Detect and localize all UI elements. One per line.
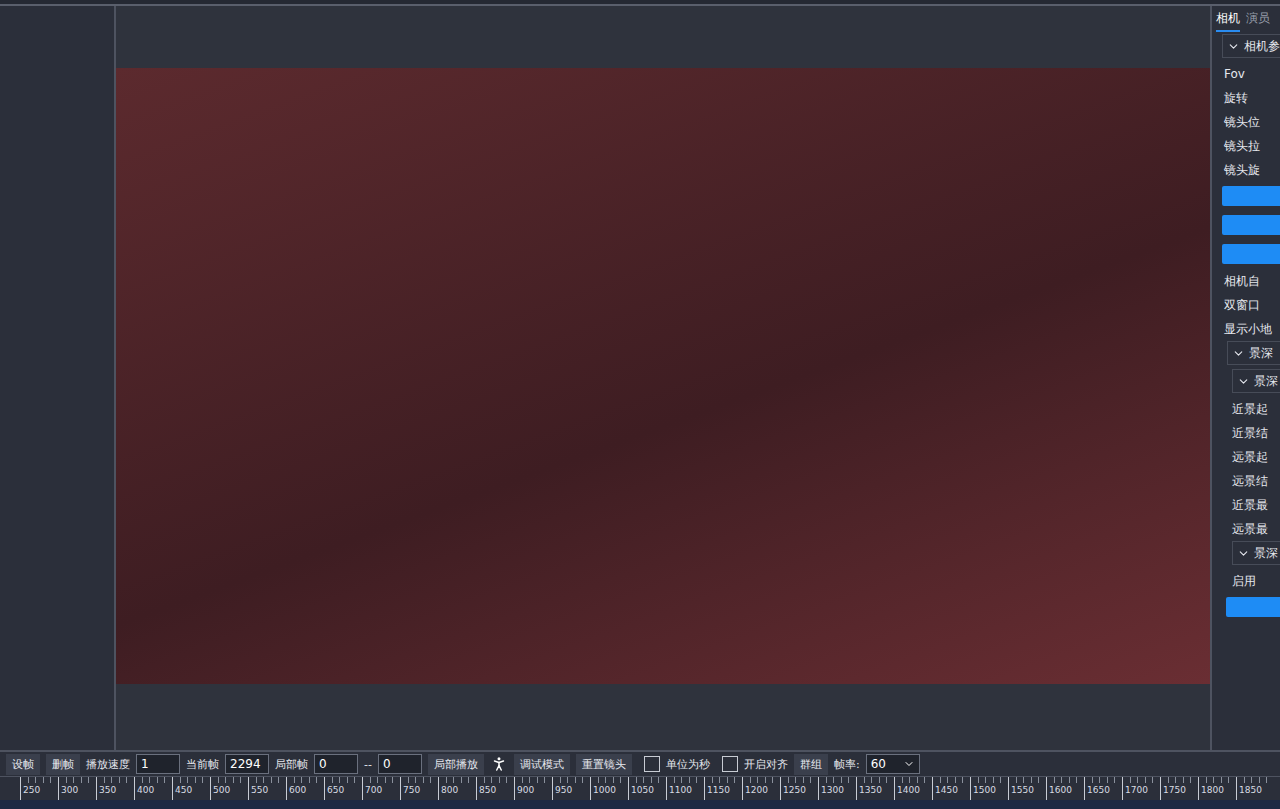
- render-viewport[interactable]: [116, 68, 1210, 684]
- ruler-tick: 900: [514, 777, 552, 800]
- ruler-tick: 1350: [856, 777, 894, 800]
- panel-section[interactable]: 相机参: [1222, 34, 1280, 58]
- toolbar-button[interactable]: 删帧: [46, 754, 80, 775]
- panel-button[interactable]: [1226, 597, 1280, 617]
- viewport-area: [116, 6, 1210, 750]
- chevron-down-icon: [903, 758, 915, 770]
- chevron-icon: [1237, 375, 1250, 388]
- toolbar-label: 局部帧: [275, 757, 308, 772]
- toolbar-button[interactable]: 调试模式: [514, 754, 570, 775]
- number-field[interactable]: 2294: [225, 754, 269, 774]
- ruler-tick: 550: [248, 777, 286, 800]
- checkbox-label: 单位为秒: [666, 757, 710, 772]
- ruler-tick: 1050: [628, 777, 666, 800]
- property-row: 近景结: [1222, 421, 1280, 445]
- panel-section[interactable]: 景深: [1227, 341, 1280, 365]
- ruler-tick: 600: [286, 777, 324, 800]
- number-field[interactable]: 0: [314, 754, 358, 774]
- ruler-tick: 1300: [818, 777, 856, 800]
- toolbar-label: 播放速度: [86, 757, 130, 772]
- ruler-tick: 1150: [704, 777, 742, 800]
- ruler-tick: 300: [58, 777, 96, 800]
- left-panel: [0, 6, 116, 750]
- app-window: 相机演员相机参Fov旋转镜头位镜头拉镜头旋相机自双窗口显示小地景深景深近景起近景…: [0, 0, 1280, 809]
- ruler-tick: 1850: [1236, 777, 1274, 800]
- ruler-tick: 1750: [1160, 777, 1198, 800]
- panel-tabs: 相机演员: [1212, 6, 1280, 32]
- ruler-tick: 1100: [666, 777, 704, 800]
- number-field[interactable]: 1: [136, 754, 180, 774]
- property-row: 镜头位: [1222, 110, 1280, 134]
- property-row: 双窗口: [1222, 293, 1280, 317]
- main-area: 相机演员相机参Fov旋转镜头位镜头拉镜头旋相机自双窗口显示小地景深景深近景起近景…: [0, 6, 1280, 750]
- panel-button[interactable]: [1222, 215, 1280, 235]
- property-row: Fov: [1222, 62, 1280, 86]
- ruler-tick: 1650: [1084, 777, 1122, 800]
- frame-rate-select[interactable]: 60: [866, 754, 920, 774]
- toolbar-label: --: [364, 758, 372, 771]
- chevron-icon: [1232, 347, 1245, 360]
- ruler-tick: 700: [362, 777, 400, 800]
- property-row: 显示小地: [1222, 317, 1280, 341]
- property-row: 远景起: [1222, 445, 1280, 469]
- ruler-tick: 400: [134, 777, 172, 800]
- panel-section[interactable]: 景深: [1232, 541, 1280, 565]
- ruler-tick: 750: [400, 777, 438, 800]
- ruler-tick: 1800: [1198, 777, 1236, 800]
- ruler-tick: 1250: [780, 777, 818, 800]
- panel-button[interactable]: [1222, 244, 1280, 264]
- toolbar-label: 当前帧: [186, 757, 219, 772]
- timeline-ruler[interactable]: 2503003504004505005506006507007508008509…: [0, 776, 1280, 800]
- toolbar-button[interactable]: 局部播放: [428, 754, 484, 775]
- ruler-tick: 350: [96, 777, 134, 800]
- toolbar-button[interactable]: 设帧: [6, 754, 40, 775]
- ruler-tick: 1200: [742, 777, 780, 800]
- panel-section[interactable]: 景深: [1232, 369, 1280, 393]
- actor-pose-icon[interactable]: [490, 755, 508, 773]
- property-row: 镜头旋: [1222, 158, 1280, 182]
- ruler-tick: 650: [324, 777, 362, 800]
- timeline-toolbar: 设帧删帧播放速度 1 当前帧 2294 局部帧 0 -- 0 局部播放 调试模式重置镜头 单位为秒 开…: [0, 750, 1280, 776]
- ruler-tick: 250: [20, 777, 58, 800]
- ruler-tick: 800: [438, 777, 476, 800]
- chevron-icon: [1237, 547, 1250, 560]
- ruler-tick: 850: [476, 777, 514, 800]
- ruler-tick: 1400: [894, 777, 932, 800]
- checkbox[interactable]: [722, 756, 738, 772]
- panel-tab[interactable]: 演员: [1246, 10, 1270, 32]
- ruler-tick: 500: [210, 777, 248, 800]
- ruler-tick: 1700: [1122, 777, 1160, 800]
- property-tree: 相机参Fov旋转镜头位镜头拉镜头旋相机自双窗口显示小地景深景深近景起近景结远景起…: [1212, 32, 1280, 622]
- property-row: 相机自: [1222, 269, 1280, 293]
- property-row: 远景结: [1222, 469, 1280, 493]
- ruler-tick: 1450: [932, 777, 970, 800]
- checkbox[interactable]: [644, 756, 660, 772]
- property-row: 启用: [1222, 569, 1280, 593]
- ruler-tick: 950: [552, 777, 590, 800]
- timeline-track: [0, 800, 1280, 809]
- chevron-icon: [1227, 40, 1240, 53]
- ruler-tick: 1600: [1046, 777, 1084, 800]
- property-row: 近景起: [1222, 397, 1280, 421]
- toolbar-button[interactable]: 重置镜头: [576, 754, 632, 775]
- checkbox-label: 开启对齐: [744, 757, 788, 772]
- number-field[interactable]: 0: [378, 754, 422, 774]
- property-row: 旋转: [1222, 86, 1280, 110]
- ruler-tick: 1500: [970, 777, 1008, 800]
- toolbar-label: 帧率:: [834, 757, 860, 772]
- property-row: 近景最: [1222, 493, 1280, 517]
- panel-button[interactable]: [1222, 186, 1280, 206]
- toolbar-button[interactable]: 群组: [794, 754, 828, 775]
- panel-tab[interactable]: 相机: [1216, 10, 1240, 32]
- right-panel: 相机演员相机参Fov旋转镜头位镜头拉镜头旋相机自双窗口显示小地景深景深近景起近景…: [1210, 6, 1280, 750]
- ruler-tick: 450: [172, 777, 210, 800]
- ruler-tick: 1550: [1008, 777, 1046, 800]
- ruler-tick: 1000: [590, 777, 628, 800]
- property-row: 镜头拉: [1222, 134, 1280, 158]
- property-row: 远景最: [1222, 517, 1280, 541]
